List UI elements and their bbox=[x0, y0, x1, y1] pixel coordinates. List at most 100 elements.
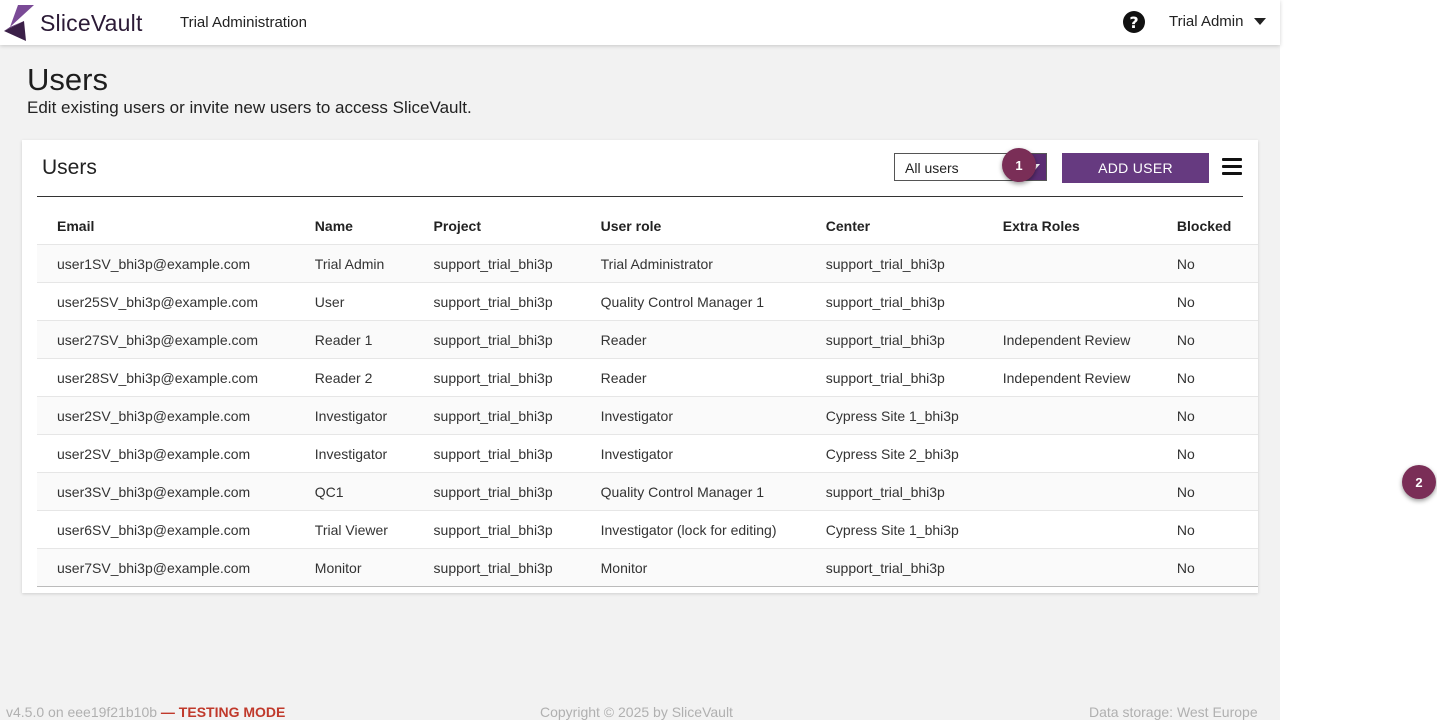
column-header-center[interactable]: Center bbox=[806, 208, 983, 245]
version-text: v4.5.0 on eee19f21b10b bbox=[6, 704, 158, 720]
page-title: Users bbox=[27, 62, 108, 97]
column-header-blocked[interactable]: Blocked bbox=[1157, 208, 1258, 245]
table-cell-name: Reader 2 bbox=[294, 358, 414, 397]
table-cell-extra-roles bbox=[982, 244, 1157, 283]
table-cell-name: Trial Viewer bbox=[294, 510, 414, 549]
table-cell-extra-roles: Independent Review bbox=[982, 320, 1157, 359]
table-row[interactable]: user28SV_bhi3p@example.com Reader 2 suppor… bbox=[37, 358, 1258, 397]
top-bar: SliceVault Trial Administration ? Trial … bbox=[0, 0, 1280, 45]
table-body: user1SV_bhi3p@example.com Trial Admin supp… bbox=[37, 244, 1258, 587]
table-row[interactable]: user7SV_bhi3p@example.com Monitor support_… bbox=[37, 548, 1258, 587]
table-cell-user-role: Quality Control Manager 1 bbox=[580, 472, 806, 511]
table-cell-center: support_trial_bhi3p bbox=[805, 358, 983, 397]
table-row[interactable]: user27SV_bhi3p@example.com Reader 1 suppor… bbox=[37, 320, 1258, 359]
table-cell-center: support_trial_bhi3p bbox=[805, 244, 983, 283]
table-cell-email: user2SV_bhi3p@example.com bbox=[37, 434, 295, 473]
table-row[interactable]: user25SV_bhi3p@example.com User support_tr… bbox=[37, 282, 1258, 321]
table-cell-name: Investigator bbox=[294, 396, 414, 435]
table-cell-email: user3SV_bhi3p@example.com bbox=[37, 472, 295, 511]
table-row[interactable]: user2SV_bhi3p@example.com Investigator sup… bbox=[37, 396, 1258, 435]
chevron-down-icon bbox=[1254, 18, 1267, 25]
table-cell-project: support_trial_bhi3p bbox=[413, 472, 581, 511]
card-title: Users bbox=[42, 156, 97, 179]
table-cell-center: support_trial_bhi3p bbox=[805, 320, 983, 359]
table-cell-extra-roles bbox=[982, 548, 1157, 587]
table-cell-blocked: No bbox=[1156, 472, 1258, 511]
table-cell-email: user25SV_bhi3p@example.com bbox=[37, 282, 295, 321]
table-cell-project: support_trial_bhi3p bbox=[413, 244, 581, 283]
table-cell-name: Trial Admin bbox=[294, 244, 414, 283]
table-cell-project: support_trial_bhi3p bbox=[413, 320, 581, 359]
column-header-name[interactable]: Name bbox=[295, 208, 414, 245]
table-cell-extra-roles bbox=[982, 434, 1157, 473]
step-badge-2[interactable]: 2 bbox=[1402, 465, 1436, 499]
table-cell-extra-roles bbox=[982, 282, 1157, 321]
table-cell-user-role: Monitor bbox=[580, 548, 806, 587]
table-cell-user-role: Investigator (lock for editing) bbox=[580, 510, 806, 549]
table-cell-name: Reader 1 bbox=[294, 320, 414, 359]
table-cell-user-role: Investigator bbox=[580, 434, 806, 473]
user-name: Trial Admin bbox=[1169, 13, 1244, 30]
table-cell-blocked: No bbox=[1156, 434, 1258, 473]
table-cell-email: user27SV_bhi3p@example.com bbox=[37, 320, 295, 359]
hamburger-menu-icon[interactable] bbox=[1222, 158, 1242, 176]
table-cell-email: user2SV_bhi3p@example.com bbox=[37, 396, 295, 435]
table-cell-extra-roles bbox=[982, 510, 1157, 549]
table-cell-center: support_trial_bhi3p bbox=[805, 548, 983, 587]
table-cell-blocked: No bbox=[1156, 510, 1258, 549]
logo-text: SliceVault bbox=[40, 9, 143, 36]
table-cell-user-role: Reader bbox=[580, 320, 806, 359]
app-title[interactable]: Trial Administration bbox=[180, 14, 307, 31]
footer-storage: Data storage: West Europe bbox=[1089, 704, 1258, 720]
table-cell-center: support_trial_bhi3p bbox=[805, 282, 983, 321]
table-row[interactable]: user6SV_bhi3p@example.com Trial Viewer sup… bbox=[37, 510, 1258, 549]
table-cell-blocked: No bbox=[1156, 320, 1258, 359]
table-cell-center: Cypress Site 2_bhi3p bbox=[805, 434, 983, 473]
table-cell-extra-roles bbox=[982, 472, 1157, 511]
table-cell-center: support_trial_bhi3p bbox=[805, 472, 983, 511]
page-subtitle: Edit existing users or invite new users … bbox=[27, 98, 472, 117]
user-menu[interactable]: Trial Admin bbox=[1169, 13, 1267, 30]
footer-version: v4.5.0 on eee19f21b10b — TESTING MODE bbox=[6, 704, 285, 720]
table-cell-name: Monitor bbox=[294, 548, 414, 587]
table-cell-user-role: Trial Administrator bbox=[580, 244, 806, 283]
table-cell-project: support_trial_bhi3p bbox=[413, 396, 581, 435]
table-cell-email: user6SV_bhi3p@example.com bbox=[37, 510, 295, 549]
column-header-email[interactable]: Email bbox=[37, 208, 295, 245]
step-badge-1[interactable]: 1 bbox=[1002, 148, 1036, 182]
column-header-user-role[interactable]: User role bbox=[581, 208, 806, 245]
help-icon[interactable]: ? bbox=[1123, 11, 1145, 33]
table-cell-project: support_trial_bhi3p bbox=[413, 548, 581, 587]
table-cell-extra-roles: Independent Review bbox=[982, 358, 1157, 397]
table-cell-project: support_trial_bhi3p bbox=[413, 510, 581, 549]
footer-copyright: Copyright © 2025 by SliceVault bbox=[540, 704, 733, 720]
table-cell-project: support_trial_bhi3p bbox=[413, 358, 581, 397]
table-cell-center: Cypress Site 1_bhi3p bbox=[805, 396, 983, 435]
table-row[interactable]: user2SV_bhi3p@example.com Investigator sup… bbox=[37, 434, 1258, 473]
slicevault-logo-icon bbox=[4, 5, 34, 41]
table-cell-center: Cypress Site 1_bhi3p bbox=[805, 510, 983, 549]
filter-value: All users bbox=[905, 160, 959, 176]
app-window: SliceVault Trial Administration ? Trial … bbox=[0, 0, 1280, 720]
table-cell-user-role: Investigator bbox=[580, 396, 806, 435]
table-row[interactable]: user3SV_bhi3p@example.com QC1 support_tria… bbox=[37, 472, 1258, 511]
column-header-project[interactable]: Project bbox=[414, 208, 581, 245]
table-cell-project: support_trial_bhi3p bbox=[413, 434, 581, 473]
users-table: Email Name Project User role Center Extra Rol… bbox=[37, 208, 1258, 587]
logo[interactable]: SliceVault bbox=[4, 5, 143, 41]
table-cell-blocked: No bbox=[1156, 358, 1258, 397]
table-row[interactable]: user1SV_bhi3p@example.com Trial Admin supp… bbox=[37, 244, 1258, 283]
table-cell-name: User bbox=[294, 282, 414, 321]
menu-line bbox=[1222, 172, 1242, 175]
table-cell-project: support_trial_bhi3p bbox=[413, 282, 581, 321]
menu-line bbox=[1222, 165, 1242, 168]
table-cell-extra-roles bbox=[982, 396, 1157, 435]
add-user-button[interactable]: ADD USER bbox=[1062, 153, 1209, 183]
card-divider bbox=[37, 196, 1243, 197]
column-header-extra-roles[interactable]: Extra Roles bbox=[983, 208, 1157, 245]
table-cell-email: user7SV_bhi3p@example.com bbox=[37, 548, 295, 587]
table-cell-name: QC1 bbox=[294, 472, 414, 511]
users-card: Users All users ADD USER Email Name Projec… bbox=[22, 140, 1258, 593]
table-cell-blocked: No bbox=[1156, 244, 1258, 283]
table-cell-email: user1SV_bhi3p@example.com bbox=[37, 244, 295, 283]
